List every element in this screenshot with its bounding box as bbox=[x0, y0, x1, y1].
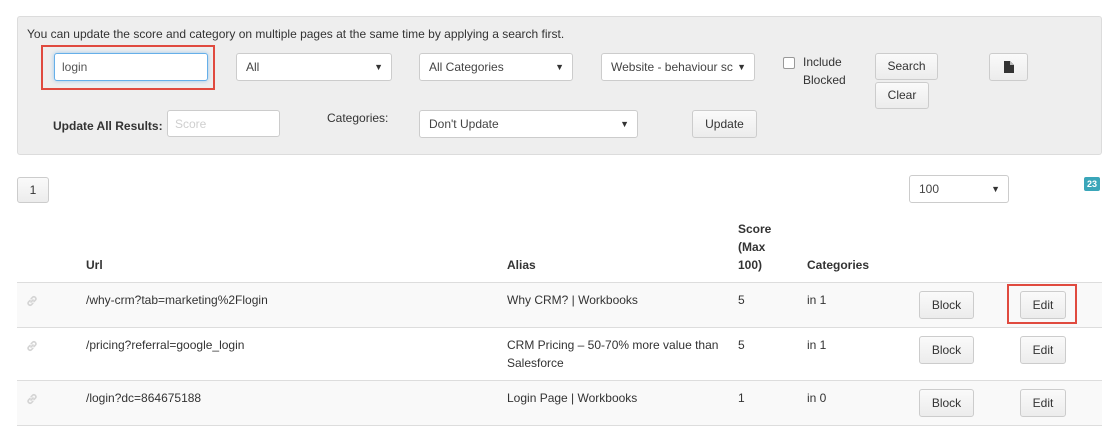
row-alias: Login Page | Workbooks bbox=[507, 391, 638, 405]
column-header-score-line-2: (Max bbox=[738, 240, 766, 254]
scope-select[interactable]: Website - behaviour sc ▼ bbox=[601, 53, 755, 81]
block-button[interactable]: Block bbox=[919, 291, 974, 319]
edit-button[interactable]: Edit bbox=[1020, 389, 1066, 417]
page-1-button[interactable]: 1 bbox=[17, 177, 49, 203]
link-icon[interactable] bbox=[25, 392, 39, 406]
caret-down-icon: ▼ bbox=[374, 62, 383, 72]
search-highlight bbox=[41, 45, 215, 90]
categories-update-value: Don't Update bbox=[429, 117, 499, 131]
column-header-score: Score (Max 100) bbox=[738, 220, 771, 274]
link-icon[interactable] bbox=[25, 339, 39, 353]
status-select[interactable]: All ▼ bbox=[236, 53, 392, 81]
table-row: /login?dc=864675188 Login Page | Workboo… bbox=[17, 380, 1102, 426]
row-score: 5 bbox=[738, 293, 745, 307]
include-blocked-checkbox[interactable] bbox=[783, 57, 795, 69]
caret-down-icon: ▼ bbox=[620, 119, 629, 129]
table-row: /pricing?referral=google_login CRM Prici… bbox=[17, 327, 1102, 380]
document-icon bbox=[1003, 61, 1014, 73]
caret-down-icon: ▼ bbox=[991, 184, 1000, 194]
update-button[interactable]: Update bbox=[692, 110, 757, 138]
include-blocked-label: Include bbox=[803, 55, 842, 69]
edit-button[interactable]: Edit bbox=[1020, 336, 1066, 364]
score-input[interactable] bbox=[167, 110, 280, 137]
row-alias: Why CRM? | Workbooks bbox=[507, 293, 638, 307]
row-alias: CRM Pricing – 50-70% more value than bbox=[507, 338, 719, 352]
include-blocked-label-2: Blocked bbox=[803, 73, 846, 87]
row-categories: in 0 bbox=[807, 391, 827, 405]
export-button[interactable] bbox=[989, 53, 1028, 81]
row-score: 5 bbox=[738, 338, 745, 352]
categories-label: Categories: bbox=[327, 111, 389, 125]
block-button[interactable]: Block bbox=[919, 389, 974, 417]
column-header-score-line-1: Score bbox=[738, 222, 772, 236]
status-select-value: All bbox=[246, 60, 260, 74]
search-button[interactable]: Search bbox=[875, 53, 938, 80]
block-button[interactable]: Block bbox=[919, 336, 974, 364]
row-url[interactable]: /login?dc=864675188 bbox=[86, 389, 201, 407]
update-all-label: Update All Results: bbox=[53, 119, 163, 133]
row-categories: in 1 bbox=[807, 338, 827, 352]
link-icon[interactable] bbox=[25, 294, 39, 308]
table-row: /why-crm?tab=marketing%2Flogin Why CRM? … bbox=[17, 282, 1102, 327]
scope-select-value: Website - behaviour sc bbox=[611, 60, 733, 74]
category-select-value: All Categories bbox=[429, 60, 504, 74]
category-select[interactable]: All Categories ▼ bbox=[419, 53, 573, 81]
clear-button[interactable]: Clear bbox=[875, 82, 929, 109]
row-score: 1 bbox=[738, 391, 745, 405]
caret-down-icon: ▼ bbox=[737, 62, 746, 72]
page-size-value: 100 bbox=[919, 182, 940, 196]
intro-text: You can update the score and category on… bbox=[27, 27, 565, 41]
row-url[interactable]: /pricing?referral=google_login bbox=[86, 336, 244, 354]
categories-update-select[interactable]: Don't Update ▼ bbox=[419, 110, 638, 138]
edit-highlight bbox=[1007, 284, 1077, 324]
column-header-score-line-3: 100) bbox=[738, 258, 763, 272]
column-header-categories: Categories bbox=[807, 258, 870, 272]
row-url[interactable]: /why-crm?tab=marketing%2Flogin bbox=[86, 291, 268, 309]
row-alias-line-2: Salesforce bbox=[507, 356, 564, 370]
total-count-badge: 23 bbox=[1084, 177, 1101, 191]
row-categories: in 1 bbox=[807, 293, 827, 307]
column-header-url: Url bbox=[86, 258, 103, 272]
page-size-select[interactable]: 100 ▼ bbox=[909, 175, 1009, 203]
caret-down-icon: ▼ bbox=[555, 62, 564, 72]
column-header-alias: Alias bbox=[507, 258, 536, 272]
